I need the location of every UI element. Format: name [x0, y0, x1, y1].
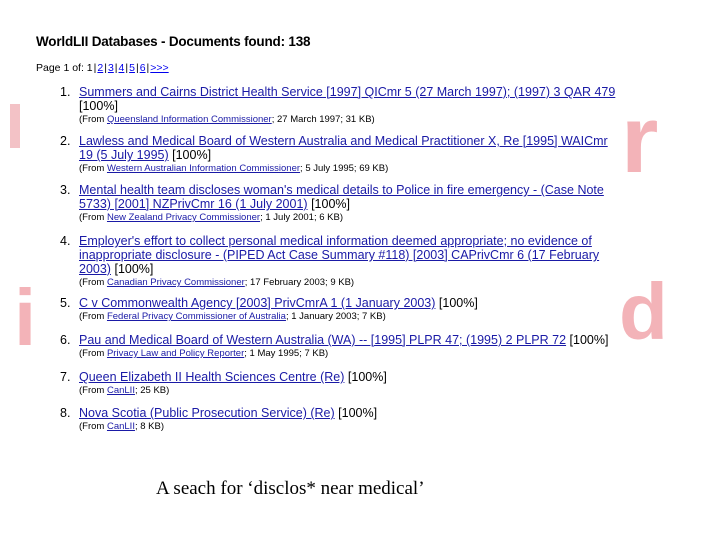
search-results-page: WorldLII Databases - Documents found: 13… — [0, 0, 720, 540]
result-source-link[interactable]: Federal Privacy Commissioner of Australi… — [107, 311, 286, 322]
result-source-link[interactable]: Canadian Privacy Commissioner — [107, 277, 245, 288]
result-source-link[interactable]: Western Australian Information Commissio… — [107, 163, 300, 174]
result-number: 6. — [60, 333, 71, 347]
result-number: 5. — [60, 296, 71, 310]
result-item-6: 6. Pau and Medical Board of Western Aust… — [60, 333, 620, 360]
result-number: 8. — [60, 406, 71, 420]
result-score: [100%] — [311, 197, 350, 211]
result-score: [100%] — [338, 406, 378, 420]
result-score: [100%] — [114, 262, 154, 276]
result-source-line: (From CanLII; 25 KB) — [79, 385, 170, 396]
result-item-8: 8. Nova Scotia (Public Prosecution Servi… — [60, 406, 620, 433]
result-source-line: (From Federal Privacy Commissioner of Au… — [79, 311, 386, 322]
result-source-line: (From New Zealand Privacy Commissioner; … — [79, 212, 343, 223]
result-score: [100%] — [347, 370, 387, 384]
pager-link-2[interactable]: 2 — [97, 62, 103, 74]
result-source-link[interactable]: Queensland Information Commissioner — [107, 114, 272, 125]
pager-prefix: Page 1 of: — [36, 62, 84, 74]
result-source-line: (From Canadian Privacy Commissioner; 17 … — [79, 277, 355, 288]
result-title-link[interactable]: Employer's effort to collect personal me… — [79, 234, 599, 276]
result-source-line: (From Privacy Law and Policy Reporter; 1… — [79, 348, 329, 359]
result-score: [100%] — [438, 296, 478, 310]
result-title-link[interactable]: C v Commonwealth Agency [2003] PrivCmrA … — [79, 296, 435, 310]
result-source-link[interactable]: CanLII — [107, 421, 135, 432]
result-source-line: (From Queensland Information Commissione… — [79, 114, 375, 125]
result-score: [100%] — [172, 148, 212, 162]
pager-link-4[interactable]: 4 — [119, 62, 125, 74]
result-title-link[interactable]: Summers and Cairns District Health Servi… — [79, 85, 615, 99]
pager-next-link[interactable]: >>> — [150, 62, 168, 74]
result-number: 7. — [60, 370, 71, 384]
pager-link-6[interactable]: 6 — [140, 62, 146, 74]
result-item-5: 5. C v Commonwealth Agency [2003] PrivCm… — [60, 296, 620, 323]
pager-link-3[interactable]: 3 — [108, 62, 114, 74]
result-source-link[interactable]: Privacy Law and Policy Reporter — [107, 348, 244, 359]
result-item-3: 3. Mental health team discloses woman's … — [60, 183, 620, 224]
result-score: [100%] — [79, 99, 118, 113]
pager-current-page: 1 — [86, 62, 93, 74]
result-number: 3. — [60, 183, 71, 197]
result-source-link[interactable]: CanLII — [107, 385, 135, 396]
pager-link-5[interactable]: 5 — [129, 62, 135, 74]
pagination: Page 1 of: 1|2|3|4|5|6|>>> — [36, 62, 169, 74]
result-title-link[interactable]: Pau and Medical Board of Western Austral… — [79, 333, 566, 347]
result-title-link[interactable]: Lawless and Medical Board of Western Aus… — [79, 134, 608, 162]
page-title: WorldLII Databases - Documents found: 13… — [36, 34, 311, 49]
result-item-7: 7. Queen Elizabeth II Health Sciences Ce… — [60, 370, 620, 397]
result-item-1: 1. Summers and Cairns District Health Se… — [60, 85, 620, 126]
result-source-line: (From CanLII; 8 KB) — [79, 421, 165, 432]
result-number: 4. — [60, 234, 71, 248]
result-item-4: 4. Employer's effort to collect personal… — [60, 234, 620, 289]
result-number: 2. — [60, 134, 71, 148]
result-score: [100%] — [569, 333, 609, 347]
slide-caption: A seach for ‘disclos* near medical’ — [156, 478, 425, 499]
result-source-link[interactable]: New Zealand Privacy Commissioner — [107, 212, 260, 223]
result-number: 1. — [60, 85, 71, 99]
result-title-link[interactable]: Queen Elizabeth II Health Sciences Centr… — [79, 370, 344, 384]
result-source-line: (From Western Australian Information Com… — [79, 163, 389, 174]
result-item-2: 2. Lawless and Medical Board of Western … — [60, 134, 620, 175]
result-title-link[interactable]: Nova Scotia (Public Prosecution Service)… — [79, 406, 335, 420]
